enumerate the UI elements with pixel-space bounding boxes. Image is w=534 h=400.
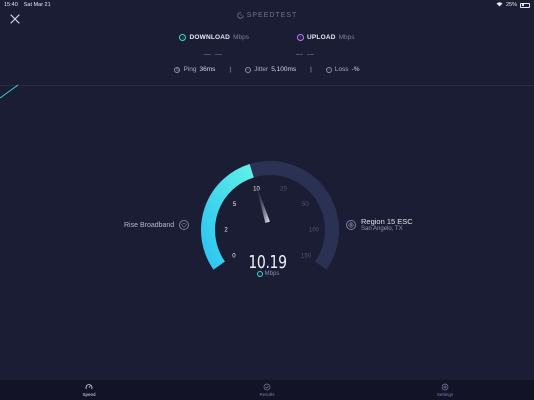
loss-label: Loss (334, 66, 349, 73)
download-label: DOWNLOAD (189, 34, 231, 41)
server-name: Region 15 ESC (361, 217, 413, 226)
speedtest-logo-icon (236, 12, 244, 19)
status-bar: 15:40 Sat Mar 21 25% (0, 0, 534, 10)
jitter-metric: ~ Jitter 5,100ms (231, 66, 310, 73)
current-reading: 10.19 ↓ Mbps (238, 252, 298, 277)
tab-settings-label: Settings (436, 392, 454, 397)
gauge-tick-150: 150 (301, 253, 312, 259)
tab-results[interactable]: Results (178, 380, 356, 400)
gauge-tick-0: 0 (232, 253, 236, 259)
loss-metric: − Loss -% (312, 66, 374, 73)
jitter-icon: ~ (245, 66, 252, 73)
tab-speed[interactable]: Speed (0, 380, 178, 400)
gauge-tick-5: 5 (233, 202, 237, 208)
server-location: San Angelo, TX (361, 226, 403, 232)
wifi-icon (496, 1, 503, 9)
brand-name: SPEEDTEST (246, 12, 298, 19)
gauge-icon (85, 384, 93, 390)
ping-icon: ⇅ (174, 66, 181, 73)
isp-name: Rise Broadband (124, 221, 175, 229)
results-icon (263, 383, 271, 391)
tab-settings[interactable]: Settings (356, 380, 534, 400)
battery-icon (520, 2, 530, 8)
settings-icon (441, 383, 449, 391)
upload-value: — — (296, 51, 315, 58)
upload-label: UPLOAD (306, 34, 336, 41)
status-date: Sat Mar 21 (23, 2, 51, 8)
battery-level: 25% (505, 2, 517, 8)
latency-metrics: ⇅ Ping 36ms | ~ Jitter 5,100ms | − Loss … (0, 66, 534, 73)
isp-info[interactable]: Rise Broadband (124, 220, 190, 230)
tab-results-label: Results (259, 392, 275, 397)
upload-header: ↑ UPLOAD Mbps (296, 34, 355, 41)
download-header: ↓ DOWNLOAD Mbps (179, 34, 249, 41)
jitter-label: Jitter (254, 66, 269, 73)
isp-wifi-icon (179, 220, 190, 230)
graph-baseline (0, 85, 534, 86)
gauge-tick-2: 2 (224, 228, 228, 234)
speed-graph-trace (0, 84, 19, 99)
gauge-needle (254, 180, 270, 224)
gauge-tick-100: 100 (309, 228, 320, 234)
tab-speed-label: Speed (82, 392, 96, 397)
jitter-value: 5,100ms (271, 66, 297, 73)
loss-icon: − (325, 66, 332, 73)
ping-label: Ping (183, 66, 197, 73)
status-time: 15:40 (4, 2, 18, 8)
gauge-tick-labels: 02510 2050100150 (224, 186, 319, 259)
reading-value: 10.19 (248, 252, 288, 273)
download-value: — — (204, 51, 223, 58)
upload-arrow-icon: ↑ (296, 34, 304, 41)
speed-summary: ↓ DOWNLOAD Mbps ↑ UPLOAD Mbps (0, 34, 534, 41)
loss-value: -% (351, 66, 360, 73)
download-unit: Mbps (233, 34, 249, 41)
server-info[interactable]: Region 15 ESC San Angelo, TX (346, 217, 413, 232)
brand-header: SPEEDTEST (0, 12, 534, 19)
upload-unit: Mbps (338, 34, 355, 41)
gauge-tick-20: 20 (280, 186, 287, 192)
ping-value: 36ms (199, 66, 216, 73)
bottom-tab-bar: Speed Results Settings (0, 380, 534, 400)
ping-metric: ⇅ Ping 36ms (160, 66, 229, 73)
server-globe-icon (346, 219, 356, 230)
download-arrow-icon: ↓ (179, 34, 187, 41)
gauge-tick-50: 50 (302, 202, 309, 208)
